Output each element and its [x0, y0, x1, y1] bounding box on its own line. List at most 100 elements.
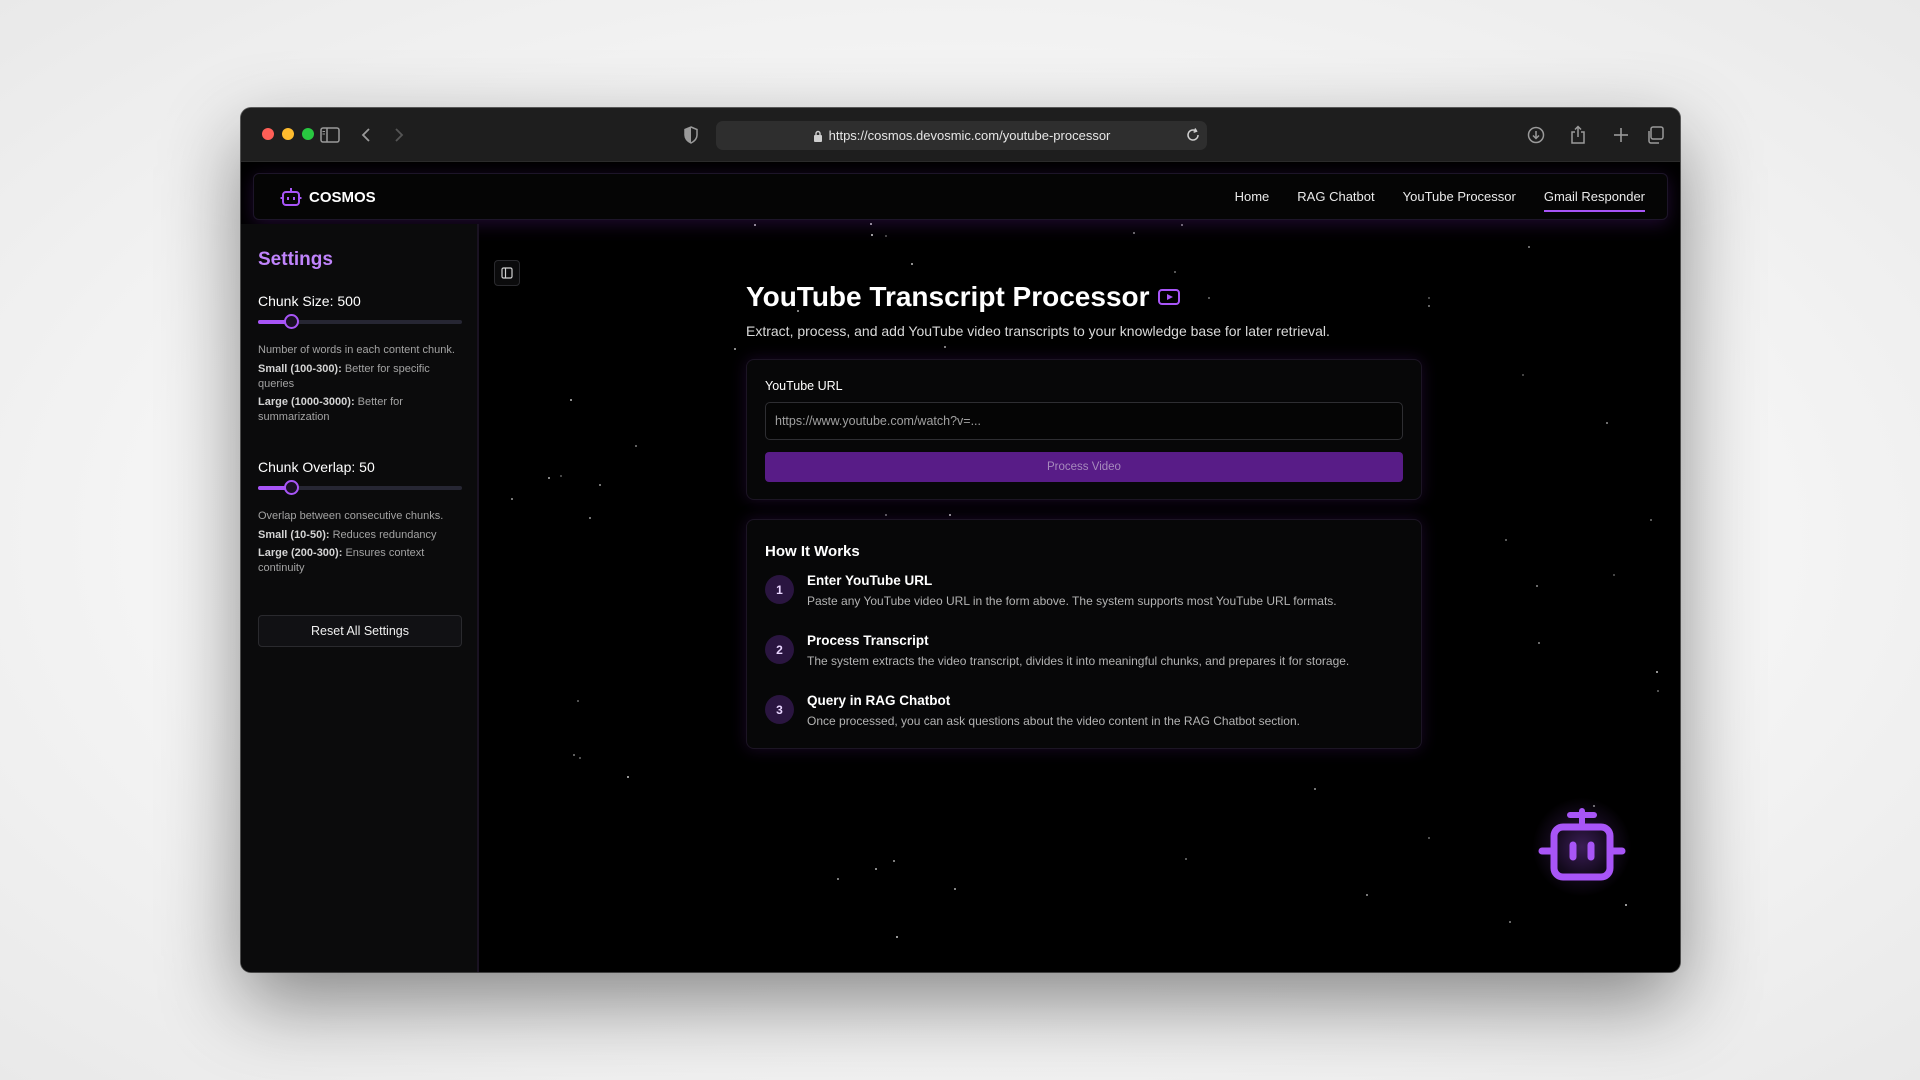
star: [1656, 671, 1658, 673]
star: [949, 514, 951, 516]
process-video-button[interactable]: Process Video: [765, 452, 1403, 482]
chunk-overlap-slider[interactable]: [258, 480, 462, 495]
step-number: 1: [765, 575, 794, 604]
star: [1625, 904, 1627, 906]
star: [1133, 232, 1135, 234]
star: [1536, 585, 1538, 587]
robot-icon: [1538, 808, 1626, 881]
hint-text: Reduces redundancy: [332, 529, 437, 541]
nav-links: Home RAG Chatbot YouTube Processor Gmail…: [1235, 189, 1645, 212]
sidebar-collapse-button[interactable]: [494, 260, 520, 286]
step-description: The system extracts the video transcript…: [807, 654, 1350, 668]
star: [896, 936, 898, 938]
brand[interactable]: COSMOS: [280, 187, 376, 207]
chunk-size-slider[interactable]: [258, 314, 462, 329]
star: [589, 517, 591, 519]
reset-settings-button[interactable]: Reset All Settings: [258, 615, 462, 647]
star: [635, 445, 637, 447]
shield-icon[interactable]: [679, 123, 703, 147]
nav-link-home[interactable]: Home: [1235, 189, 1270, 212]
youtube-url-form: YouTube URL Process Video: [746, 359, 1422, 500]
star: [734, 348, 736, 350]
close-window-button[interactable]: [262, 128, 274, 140]
chunk-overlap-slider-thumb[interactable]: [283, 480, 299, 495]
how-it-works-title: How It Works: [765, 543, 860, 560]
star: [1505, 539, 1507, 541]
sidebar-icon[interactable]: [318, 123, 342, 147]
star: [875, 868, 877, 870]
hint-label: Large (200-300):: [258, 547, 343, 559]
star: [579, 757, 581, 759]
youtube-url-label: YouTube URL: [765, 379, 843, 393]
star: [893, 860, 895, 862]
chunk-size-label: Chunk Size: 500: [258, 293, 361, 309]
chunk-overlap-large-hint: Large (200-300): Ensures context continu…: [258, 546, 468, 576]
sidebar-toggle-icon: [501, 267, 513, 279]
zoom-window-button[interactable]: [302, 128, 314, 140]
share-icon[interactable]: [1566, 123, 1590, 147]
star: [1174, 271, 1176, 273]
star: [1428, 297, 1430, 299]
nav-link-gmail-responder[interactable]: Gmail Responder: [1543, 189, 1645, 212]
star: [1509, 921, 1511, 923]
chevron-left-icon[interactable]: [354, 123, 378, 147]
step-title: Query in RAG Chatbot: [807, 693, 951, 708]
star: [548, 477, 550, 479]
tabs-icon[interactable]: [1643, 123, 1667, 147]
star: [1366, 894, 1368, 896]
settings-sidebar: Settings Chunk Size: 500 Number of words…: [241, 224, 479, 972]
step-number: 2: [765, 635, 794, 664]
chat-bot-launcher[interactable]: [1532, 797, 1632, 897]
hint-label: Small (10-50):: [258, 529, 330, 541]
nav-link-youtube-processor[interactable]: YouTube Processor: [1403, 189, 1516, 212]
nav-link-rag-chatbot[interactable]: RAG Chatbot: [1297, 189, 1374, 212]
star: [1522, 374, 1524, 376]
star: [1613, 574, 1615, 576]
hint-label: Large (1000-3000):: [258, 396, 355, 408]
star: [1528, 246, 1530, 248]
star: [1428, 305, 1430, 307]
star: [871, 234, 873, 236]
star: [511, 498, 513, 500]
star: [870, 223, 872, 225]
page-title: YouTube Transcript Processor: [746, 281, 1180, 313]
star: [1657, 690, 1659, 692]
star: [885, 235, 887, 237]
star: [911, 263, 913, 265]
chevron-right-icon[interactable]: [387, 123, 411, 147]
star: [577, 700, 579, 702]
plus-icon[interactable]: [1609, 123, 1633, 147]
download-icon[interactable]: [1524, 123, 1548, 147]
star: [1538, 642, 1540, 644]
chunk-size-large-hint: Large (1000-3000): Better for summarizat…: [258, 395, 468, 425]
settings-title: Settings: [258, 249, 333, 270]
how-it-works-card: How It Works 1 Enter YouTube URL Paste a…: [746, 519, 1422, 749]
star: [1314, 788, 1316, 790]
chunk-size-slider-thumb[interactable]: [283, 314, 299, 329]
chunk-size-small-hint: Small (100-300): Better for specific que…: [258, 362, 468, 392]
star: [570, 399, 572, 401]
chunk-overlap-small-hint: Small (10-50): Reduces redundancy: [258, 528, 468, 543]
page-subtitle: Extract, process, and add YouTube video …: [746, 323, 1330, 339]
youtube-url-input[interactable]: [765, 402, 1403, 440]
star: [944, 346, 946, 348]
step-description: Paste any YouTube video URL in the form …: [807, 594, 1337, 608]
page-content: COSMOS Home RAG Chatbot YouTube Processo…: [241, 163, 1680, 972]
star: [573, 754, 575, 756]
star: [627, 776, 629, 778]
chunk-size-description: Number of words in each content chunk.: [258, 344, 455, 356]
page-title-text: YouTube Transcript Processor: [746, 281, 1150, 312]
address-bar[interactable]: https://cosmos.devosmic.com/youtube-proc…: [716, 121, 1207, 150]
browser-toolbar: https://cosmos.devosmic.com/youtube-proc…: [241, 108, 1680, 162]
step-number: 3: [765, 695, 794, 724]
star: [1606, 422, 1608, 424]
top-navbar: COSMOS Home RAG Chatbot YouTube Processo…: [253, 173, 1668, 220]
video-play-icon: [1157, 288, 1180, 306]
chunk-overlap-label: Chunk Overlap: 50: [258, 459, 375, 475]
minimize-window-button[interactable]: [282, 128, 294, 140]
address-url: https://cosmos.devosmic.com/youtube-proc…: [828, 128, 1111, 143]
star: [1428, 837, 1430, 839]
brand-name: COSMOS: [309, 188, 376, 206]
star: [1181, 224, 1183, 226]
reload-icon[interactable]: [1185, 127, 1201, 143]
